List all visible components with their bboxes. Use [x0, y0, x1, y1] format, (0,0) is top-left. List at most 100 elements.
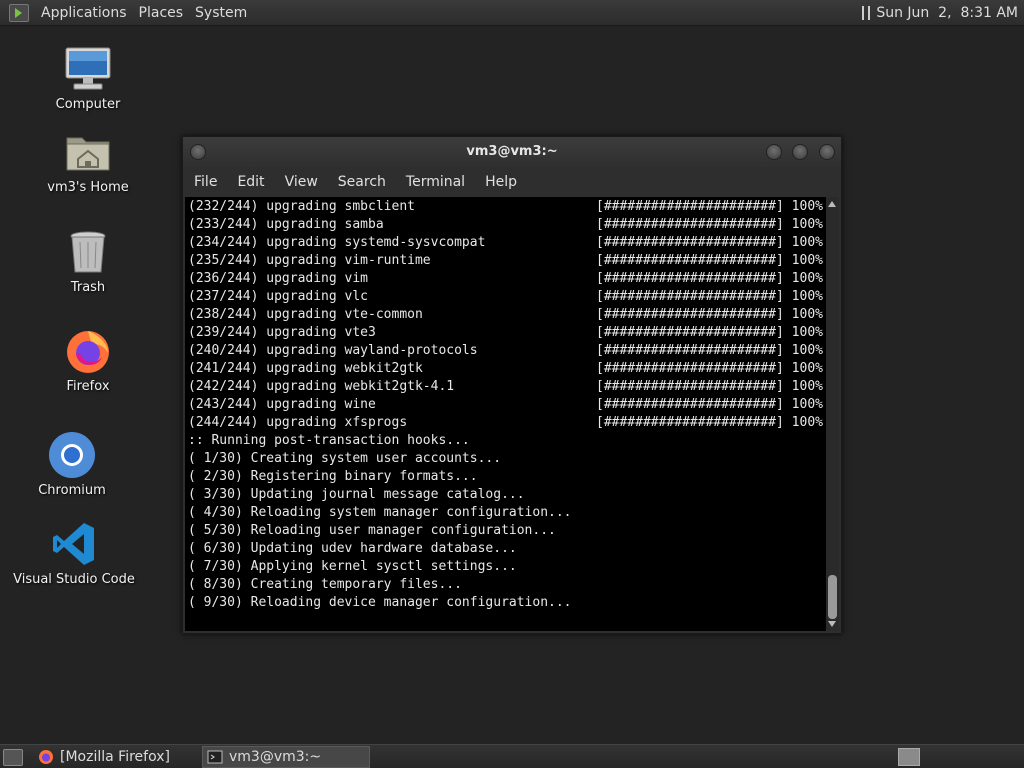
terminal-launcher-icon[interactable] — [9, 3, 29, 22]
menu-terminal[interactable]: Terminal — [396, 174, 475, 190]
scroll-up-icon[interactable] — [828, 201, 836, 207]
terminal-line-text: ( 5/30) Reloading user manager configura… — [188, 523, 556, 538]
desktop-icon-chromium[interactable]: Chromium — [2, 431, 142, 498]
terminal-scrollbar[interactable] — [826, 197, 839, 631]
menu-search[interactable]: Search — [328, 174, 396, 190]
progress-bar-text: [######################] 100% — [596, 397, 823, 412]
home-folder-icon — [64, 128, 112, 176]
terminal-line: (238/244) upgrading vte-common [#########… — [188, 306, 823, 324]
desktop-icon-label: Firefox — [66, 379, 110, 394]
system-menu[interactable]: System — [189, 5, 253, 21]
terminal-line-text: ( 7/30) Applying kernel sysctl settings.… — [188, 559, 517, 574]
chromium-icon — [48, 431, 96, 479]
terminal-line-text: (239/244) upgrading vte3 — [188, 325, 376, 340]
terminal-line-text: (237/244) upgrading vlc — [188, 289, 369, 304]
taskbar-item-label: [Mozilla Firefox] — [60, 749, 170, 765]
firefox-icon — [64, 327, 112, 375]
window-titlebar[interactable]: vm3@vm3:~ — [183, 137, 841, 167]
progress-bar-text: [######################] 100% — [596, 199, 823, 214]
terminal-line: ( 3/30) Updating journal message catalog… — [188, 486, 525, 504]
terminal-line: (241/244) upgrading webkit2gtk [#########… — [188, 360, 823, 378]
desktop-icon-firefox[interactable]: Firefox — [18, 327, 158, 394]
desktop-icon-label: vm3's Home — [47, 180, 129, 195]
terminal-line-text: (233/244) upgrading samba — [188, 217, 384, 232]
terminal-menubar: File Edit View Search Terminal Help — [183, 167, 841, 197]
maximize-button[interactable] — [792, 144, 808, 160]
show-desktop-icon[interactable] — [3, 749, 23, 766]
taskbar-item-firefox[interactable]: [Mozilla Firefox] — [34, 746, 198, 768]
desktop-icon-computer[interactable]: Computer — [18, 45, 158, 112]
progress-bar-text: [######################] 100% — [596, 235, 823, 250]
scroll-down-icon[interactable] — [828, 621, 836, 627]
terminal-line: :: Running post-transaction hooks... — [188, 432, 470, 450]
terminal-line: ( 6/30) Updating udev hardware database.… — [188, 540, 517, 558]
terminal-line-text: (243/244) upgrading wine — [188, 397, 376, 412]
close-button[interactable] — [819, 144, 835, 160]
terminal-line: (240/244) upgrading wayland-protocols [##… — [188, 342, 823, 360]
window-title: vm3@vm3:~ — [466, 144, 558, 159]
menu-edit[interactable]: Edit — [227, 174, 274, 190]
desktop-screen: Applications Places System Sun Jun 2, 8:… — [0, 0, 1024, 768]
terminal-line: (232/244) upgrading smbclient [##########… — [188, 198, 823, 216]
terminal-line-text: ( 4/30) Reloading system manager configu… — [188, 505, 572, 520]
terminal-line-text: (244/244) upgrading xfsprogs — [188, 415, 408, 430]
terminal-line: ( 4/30) Reloading system manager configu… — [188, 504, 572, 522]
clock[interactable]: Sun Jun 2, 8:31 AM — [876, 5, 1018, 21]
terminal-line-text: (236/244) upgrading vim — [188, 271, 369, 286]
applications-menu[interactable]: Applications — [35, 5, 133, 21]
menu-view[interactable]: View — [275, 174, 328, 190]
progress-bar-text: [######################] 100% — [596, 379, 823, 394]
desktop-icon-label: Visual Studio Code — [13, 572, 135, 587]
desktop-icon-vscode[interactable]: Visual Studio Code — [4, 520, 144, 587]
terminal-line: (239/244) upgrading vte3 [###############… — [188, 324, 823, 342]
progress-bar-text: [######################] 100% — [596, 415, 823, 430]
desktop-icon-trash[interactable]: Trash — [18, 228, 158, 295]
minimize-button[interactable] — [766, 144, 782, 160]
terminal-line-text: ( 1/30) Creating system user accounts... — [188, 451, 502, 466]
terminal-line-text: :: Running post-transaction hooks... — [188, 433, 470, 448]
menu-help[interactable]: Help — [475, 174, 527, 190]
terminal-line-text: (242/244) upgrading webkit2gtk-4.1 — [188, 379, 455, 394]
terminal-line-text: ( 8/30) Creating temporary files... — [188, 577, 462, 592]
terminal-line: ( 8/30) Creating temporary files... — [188, 576, 462, 594]
desktop-icon-label: Computer — [55, 97, 121, 112]
notification-icon[interactable] — [862, 5, 871, 20]
terminal-line-text: (234/244) upgrading systemd-sysvcompat — [188, 235, 486, 250]
terminal-line-text: (241/244) upgrading webkit2gtk — [188, 361, 423, 376]
terminal-line: (235/244) upgrading vim-runtime [########… — [188, 252, 823, 270]
terminal-line: ( 7/30) Applying kernel sysctl settings.… — [188, 558, 517, 576]
bottom-panel: [Mozilla Firefox] vm3@vm3:~ — [0, 744, 1024, 768]
terminal-icon — [207, 749, 223, 765]
terminal-line-text: (232/244) upgrading smbclient — [188, 199, 415, 214]
progress-bar-text: [######################] 100% — [596, 361, 823, 376]
terminal-line: (242/244) upgrading webkit2gtk-4.1 [#####… — [188, 378, 823, 396]
terminal-line: (244/244) upgrading xfsprogs [###########… — [188, 414, 823, 432]
menu-file[interactable]: File — [183, 174, 227, 190]
desktop-icon-label: Chromium — [38, 483, 106, 498]
progress-bar-text: [######################] 100% — [596, 343, 823, 358]
terminal-line-text: (238/244) upgrading vte-common — [188, 307, 423, 322]
terminal-line: (237/244) upgrading vlc [################… — [188, 288, 823, 306]
progress-bar-text: [######################] 100% — [596, 271, 823, 286]
terminal-line: (233/244) upgrading samba [##############… — [188, 216, 823, 234]
scrollbar-thumb[interactable] — [828, 575, 837, 619]
terminal-line-text: (240/244) upgrading wayland-protocols — [188, 343, 478, 358]
terminal-line: (243/244) upgrading wine [###############… — [188, 396, 823, 414]
terminal-line: (234/244) upgrading systemd-sysvcompat [#… — [188, 234, 823, 252]
progress-bar-text: [######################] 100% — [596, 325, 823, 340]
desktop-icon-home[interactable]: vm3's Home — [18, 128, 158, 195]
terminal-line: ( 5/30) Reloading user manager configura… — [188, 522, 556, 540]
places-menu[interactable]: Places — [133, 5, 190, 21]
terminal-window[interactable]: vm3@vm3:~ File Edit View Search Terminal… — [182, 136, 842, 634]
terminal-line-text: ( 6/30) Updating udev hardware database.… — [188, 541, 517, 556]
progress-bar-text: [######################] 100% — [596, 307, 823, 322]
terminal-line: ( 2/30) Registering binary formats... — [188, 468, 478, 486]
terminal-line: (236/244) upgrading vim [################… — [188, 270, 823, 288]
taskbar-item-terminal[interactable]: vm3@vm3:~ — [202, 746, 370, 768]
computer-icon — [64, 45, 112, 93]
workspace-switcher[interactable] — [898, 748, 920, 766]
top-panel: Applications Places System Sun Jun 2, 8:… — [0, 0, 1024, 26]
firefox-icon — [38, 749, 54, 765]
terminal-line: ( 9/30) Reloading device manager configu… — [188, 594, 572, 612]
terminal-output[interactable]: (232/244) upgrading smbclient [##########… — [185, 197, 826, 631]
